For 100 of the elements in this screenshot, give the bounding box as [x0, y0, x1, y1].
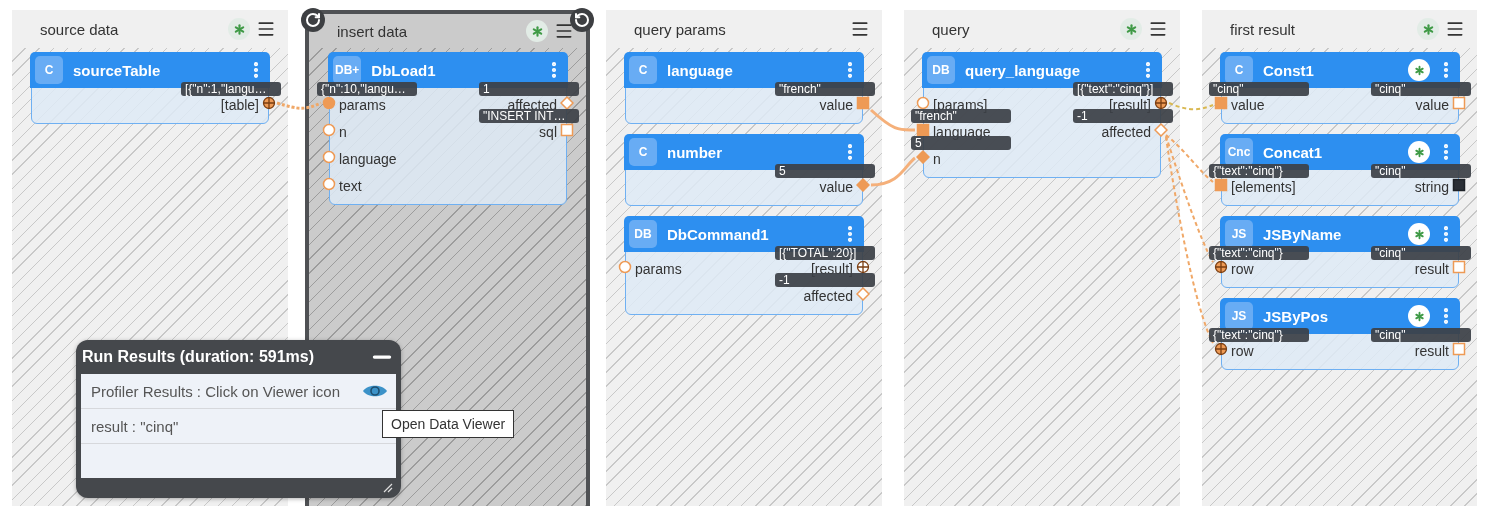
asterisk-icon[interactable] [526, 20, 548, 42]
port-label: result [1414, 343, 1449, 358]
crossed-circle-port-icon[interactable] [1154, 95, 1168, 110]
diamond-port-icon[interactable] [856, 286, 870, 301]
node-name: JSByName [1263, 225, 1343, 243]
node-name: number [667, 143, 723, 161]
column-title: insert data [337, 22, 409, 40]
node-name: Concat1 [1263, 143, 1324, 161]
value-tag: [{"text":"cinq"}] [1073, 82, 1173, 96]
redo-icon[interactable] [301, 8, 325, 32]
asterisk-icon[interactable] [1120, 18, 1142, 40]
value-tag: {"text":"cinq"} [1209, 164, 1309, 178]
value-tag: "french" [775, 82, 875, 96]
asterisk-icon[interactable] [228, 18, 250, 40]
port-label: string [1414, 179, 1449, 194]
square-port-icon[interactable] [1214, 177, 1228, 192]
undo-icon[interactable] [570, 8, 594, 32]
menu-icon[interactable] [850, 19, 870, 39]
port-label: text [339, 178, 362, 193]
square-port-icon[interactable] [1452, 177, 1466, 192]
result-text: Profiler Results : Click on Viewer icon [91, 382, 341, 400]
node-name: sourceTable [73, 61, 162, 79]
port-label: params [635, 261, 682, 276]
value-tag: 5 [911, 136, 1011, 150]
node-type-badge: DB [629, 220, 657, 248]
result-text: result : "cinq" [91, 417, 180, 435]
column-title: query [932, 20, 971, 38]
value-tag: -1 [775, 273, 875, 287]
column-title: source data [40, 20, 120, 38]
menu-icon[interactable] [256, 19, 276, 39]
square-port-icon[interactable] [916, 122, 930, 137]
port-label: n [933, 151, 941, 166]
diamond-port-icon[interactable] [856, 177, 870, 192]
value-tag: 1 [479, 82, 579, 96]
node-type-badge: JS [1225, 220, 1253, 248]
value-tag: "INSERT INT… [479, 109, 579, 123]
eye-icon[interactable] [362, 383, 388, 399]
node-type-badge: Cnc [1225, 138, 1253, 166]
port-label: value [819, 179, 853, 194]
square-port-icon[interactable] [560, 122, 574, 137]
node-type-badge: C [1225, 56, 1253, 84]
crossed-circle-port-icon[interactable] [1214, 341, 1228, 356]
port-label: affected [1101, 124, 1151, 139]
menu-icon[interactable] [554, 21, 574, 41]
port-label: affected [803, 288, 853, 303]
connection-line [1168, 102, 1214, 111]
node-name: Const1 [1263, 61, 1315, 79]
port-label: value [1415, 97, 1449, 112]
tooltip: Open Data Viewer [382, 410, 515, 438]
port-label: sql [539, 124, 557, 139]
diamond-port-icon[interactable] [1154, 122, 1168, 137]
value-tag: "cinq" [1209, 82, 1309, 96]
node-type-badge: C [35, 56, 63, 84]
port-label: [result] [811, 261, 853, 276]
square-port-icon[interactable] [1452, 341, 1466, 356]
port-label: [table] [220, 97, 259, 112]
node-name: JSByPos [1263, 307, 1330, 325]
port-label: [params] [933, 97, 988, 112]
port-label: result [1414, 261, 1449, 276]
node-type-badge: DB+ [333, 56, 362, 84]
value-tag: 5 [775, 164, 875, 178]
square-port-icon[interactable] [1452, 95, 1466, 110]
asterisk-icon[interactable] [1408, 305, 1430, 327]
menu-icon[interactable] [1445, 19, 1465, 39]
value-tag: "cinq" [1371, 82, 1471, 96]
square-port-icon[interactable] [856, 95, 870, 110]
square-port-icon[interactable] [1214, 95, 1228, 110]
port-label: row [1231, 343, 1254, 358]
port-label: n [339, 124, 347, 139]
value-tag: "cinq" [1371, 246, 1471, 260]
value-tag: -1 [1073, 109, 1173, 123]
crossed-circle-port-icon[interactable] [262, 95, 276, 110]
node-type-badge: C [629, 56, 657, 84]
asterisk-icon[interactable] [1408, 59, 1430, 81]
column-title: first result [1230, 20, 1296, 38]
diamond-port-icon[interactable] [916, 149, 930, 164]
circle-port-icon[interactable] [916, 95, 930, 110]
port-label: params [339, 97, 386, 112]
connection-line [870, 156, 916, 187]
square-port-icon[interactable] [1452, 259, 1466, 274]
connection-line [870, 108, 915, 132]
port-label: value [819, 97, 853, 112]
port-label: language [339, 151, 397, 166]
port-label: language [933, 124, 991, 139]
connection-line [276, 101, 322, 110]
asterisk-icon[interactable] [1408, 141, 1430, 163]
resize-grip-icon[interactable] [381, 481, 393, 493]
crossed-circle-port-icon[interactable] [1214, 259, 1228, 274]
asterisk-icon[interactable] [1408, 223, 1430, 245]
diamond-port-icon[interactable] [560, 95, 574, 110]
port-label: row [1231, 261, 1254, 276]
port-label: [result] [1109, 97, 1151, 112]
node-type-badge: JS [1225, 302, 1253, 330]
node-type-badge: C [629, 138, 657, 166]
asterisk-icon[interactable] [1417, 18, 1439, 40]
value-tag: "french" [911, 109, 1011, 123]
menu-icon[interactable] [1148, 19, 1168, 39]
value-tag: {"n":10,"langu… [317, 82, 417, 96]
circle-port-icon[interactable] [322, 95, 336, 110]
crossed-circle-port-icon[interactable] [856, 259, 870, 274]
